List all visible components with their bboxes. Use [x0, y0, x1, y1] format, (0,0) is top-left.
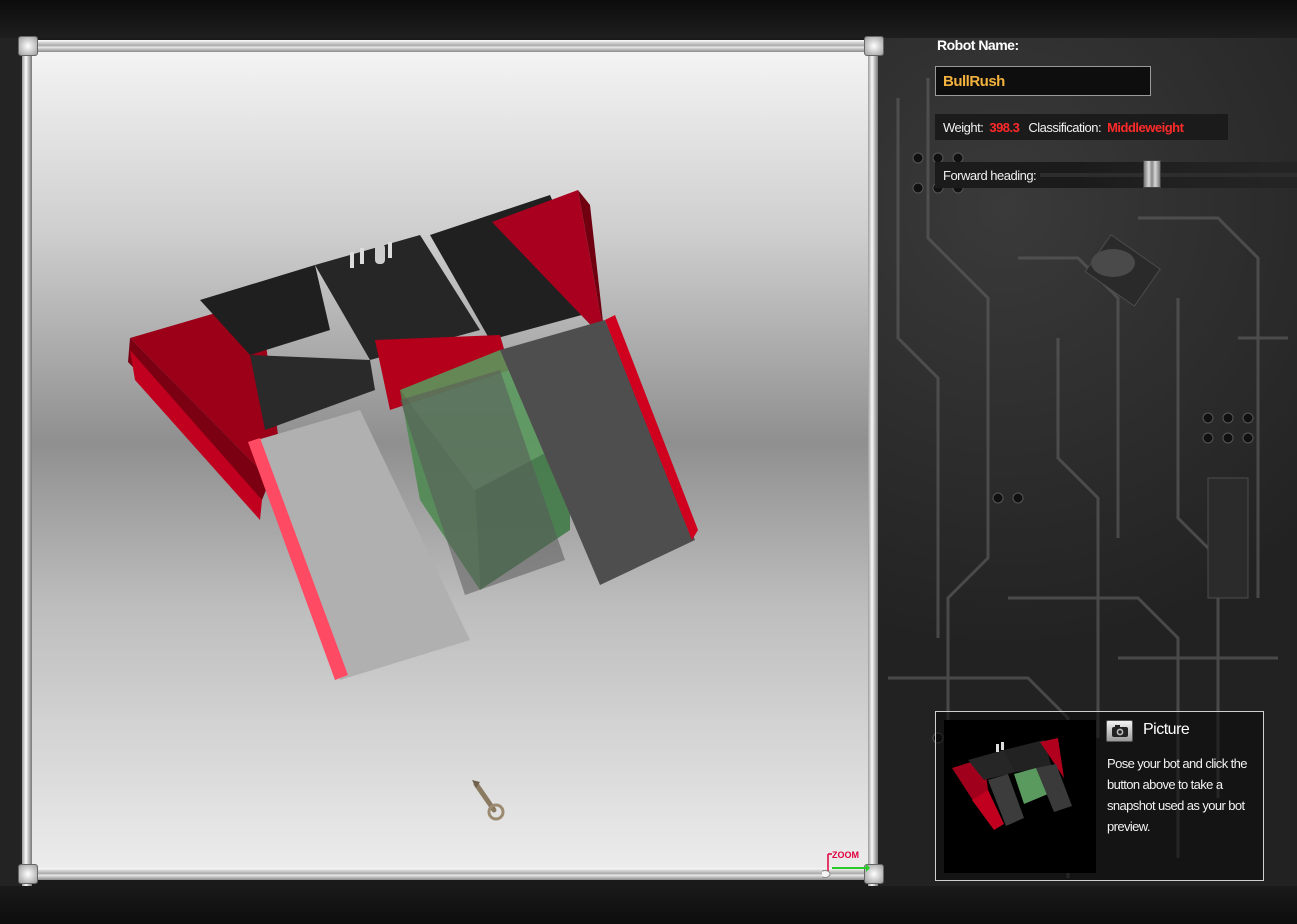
frame-top-rail [26, 40, 874, 52]
take-picture-button[interactable] [1106, 720, 1133, 742]
weight-value: 398.3 [989, 119, 1020, 135]
forward-heading-label: Forward heading: [943, 167, 1037, 183]
robot-model[interactable] [30, 50, 870, 868]
zoom-label: ZOOM [832, 850, 859, 860]
viewport-canvas[interactable] [30, 50, 870, 868]
left-strip [0, 38, 22, 886]
top-bar [0, 0, 1297, 38]
robot-name-input[interactable] [935, 66, 1151, 96]
picture-description: Pose your bot and click the button above… [1107, 756, 1247, 834]
classification-value: Middleweight [1107, 119, 1184, 135]
picture-button-label[interactable]: Picture [1143, 721, 1190, 739]
frame-right-rail [868, 38, 878, 886]
zoom-icon[interactable]: ZOOM [819, 850, 870, 878]
heading-slider-thumb[interactable] [1143, 160, 1161, 188]
heading-slider-track[interactable] [1040, 173, 1297, 177]
frame-corner [18, 36, 38, 56]
frame-corner [18, 864, 38, 884]
bot-preview-image [944, 720, 1096, 873]
weight-label: Weight: [943, 119, 984, 135]
frame-left-rail [22, 38, 32, 886]
stats-bar: Weight: 398.3 Classification: Middleweig… [935, 114, 1228, 140]
camera-icon [1111, 725, 1128, 737]
wrench-cursor-icon [472, 780, 505, 821]
robot-name-label: Robot Name: [937, 37, 1019, 53]
bottom-bar [0, 886, 1297, 924]
classification-label: Classification: [1028, 119, 1102, 135]
robot-viewport[interactable]: ZOOM [18, 36, 884, 886]
frame-corner [864, 36, 884, 56]
frame-bottom-rail [26, 868, 874, 880]
